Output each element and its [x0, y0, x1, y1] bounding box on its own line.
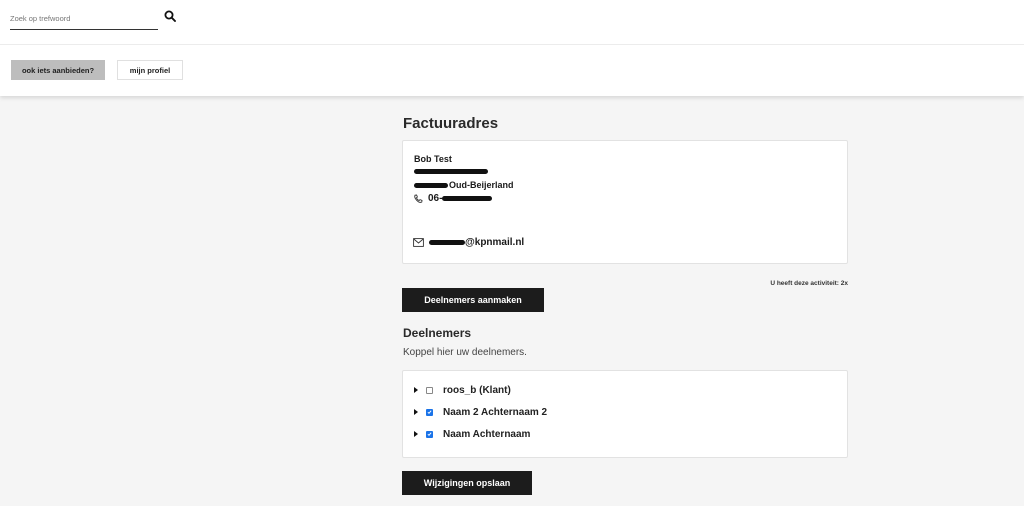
phone-row: 06-	[413, 193, 493, 204]
top-bar: ook iets aanbieden? mijn profiel	[0, 0, 1024, 96]
redacted-phone	[442, 196, 493, 201]
postal-city-line: Oud-Beijerland	[414, 180, 514, 190]
activity-count-text: U heeft deze activiteit: 2x	[770, 280, 848, 287]
redacted-email-user	[429, 240, 465, 245]
billing-name: Bob Test	[414, 154, 452, 164]
participant-label: Naam Achternaam	[443, 428, 531, 440]
offer-button[interactable]: ook iets aanbieden?	[11, 60, 105, 80]
search-icon	[164, 10, 176, 22]
mail-icon	[413, 238, 424, 247]
participant-row: Naam 2 Achternaam 2	[414, 405, 547, 419]
participant-label: roos_b (Klant)	[443, 384, 511, 396]
search-field-wrapper	[10, 8, 158, 30]
participant-checkbox[interactable]	[426, 386, 433, 394]
phone-prefix: 06-	[428, 193, 443, 204]
redacted-postal-code	[414, 182, 448, 188]
redacted-street	[414, 169, 488, 174]
billing-city: Oud-Beijerland	[449, 180, 514, 190]
participant-row: Naam Achternaam	[414, 427, 530, 441]
create-participants-button[interactable]: Deelnemers aanmaken	[402, 288, 544, 312]
expand-caret-icon[interactable]	[414, 387, 418, 393]
participant-label: Naam 2 Achternaam 2	[443, 406, 548, 418]
expand-caret-icon[interactable]	[414, 409, 418, 415]
header-divider	[0, 44, 1024, 45]
participants-title: Deelnemers	[403, 326, 472, 340]
expand-caret-icon[interactable]	[414, 431, 418, 437]
participant-checkbox[interactable]	[426, 430, 433, 438]
profile-button[interactable]: mijn profiel	[117, 60, 183, 80]
participants-card: roos_b (Klant) Naam 2 Achternaam 2 Naam …	[402, 370, 848, 458]
email-domain: @kpnmail.nl	[465, 237, 525, 248]
search-input[interactable]	[10, 8, 158, 29]
save-changes-button[interactable]: Wijzigingen opslaan	[402, 471, 532, 495]
email-row: @kpnmail.nl	[413, 237, 524, 248]
billing-title: Factuuradres	[403, 115, 499, 132]
participant-row: roos_b (Klant)	[414, 383, 511, 397]
search-button[interactable]	[163, 10, 177, 24]
street-line-redacted	[414, 169, 488, 174]
billing-address-card: Bob Test Oud-Beijerland 06- @kpnmail.nl	[402, 140, 848, 264]
phone-icon	[414, 194, 423, 203]
participant-checkbox[interactable]	[426, 408, 433, 416]
participants-subtitle: Koppel hier uw deelnemers.	[403, 347, 527, 358]
